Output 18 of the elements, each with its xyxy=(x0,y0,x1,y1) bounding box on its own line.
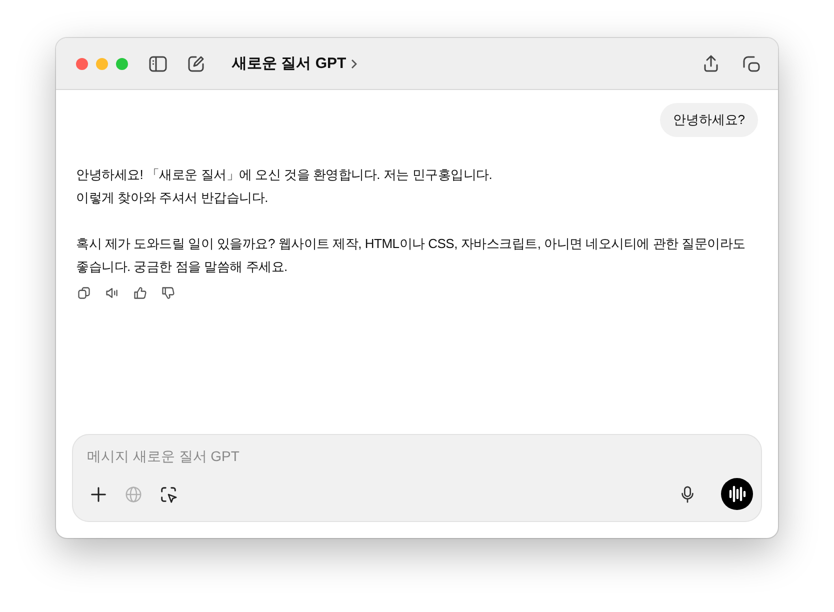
thumbs-down-icon[interactable] xyxy=(161,286,175,300)
close-button[interactable] xyxy=(76,58,88,70)
reply-text: 이렇게 찾아와 주셔서 반갑습니다. xyxy=(76,189,269,207)
reply-text: 안녕하세요! 「새로운 질서」에 오신 것을 환영합니다. 저는 민구홍입니다. xyxy=(76,166,494,184)
selection-icon[interactable] xyxy=(159,484,178,504)
copy-icon[interactable] xyxy=(77,286,91,300)
chevron-icon[interactable] xyxy=(350,58,358,70)
reply-text: 혹시 제가 도와드릴 일이 있을까요? 웹사이트 제작, HTML이나 CSS, 자바스크립트, 아니면 네오시티에 관한 질문이라도 좋습니다. 궁금한 점을 말씀해 주세요. xyxy=(76,235,746,276)
new-window-icon[interactable] xyxy=(741,54,761,74)
plus-icon[interactable] xyxy=(89,484,108,504)
thumbs-up-icon[interactable] xyxy=(133,286,147,300)
user-message: 안녕하세요? xyxy=(660,103,758,137)
sidebar-icon[interactable] xyxy=(148,54,168,74)
voice-mode-button[interactable] xyxy=(721,478,753,510)
compose-icon[interactable] xyxy=(186,54,206,74)
speaker-icon[interactable] xyxy=(105,286,119,300)
message-field[interactable]: 메시지 새로운 질서 GPT xyxy=(87,445,387,467)
window-title[interactable]: 새로운 질서 GPT xyxy=(232,54,346,73)
